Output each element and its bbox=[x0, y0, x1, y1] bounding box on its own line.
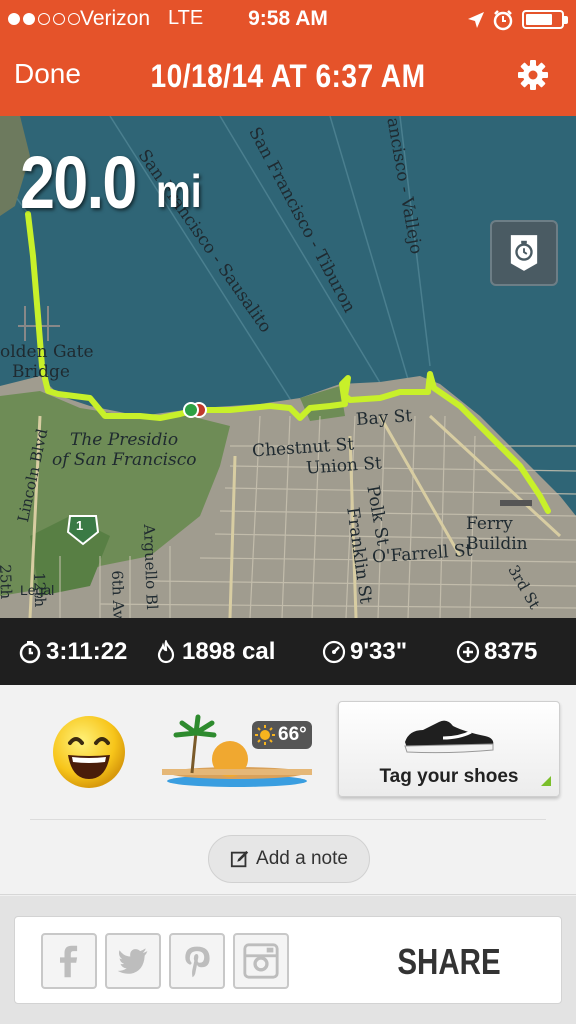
map-label-arguello: Arguello Bl bbox=[140, 524, 161, 610]
calories-stat: 1898 cal bbox=[154, 638, 275, 666]
splits-button[interactable] bbox=[490, 220, 558, 286]
map-label-bridge: Bridge bbox=[12, 362, 70, 382]
status-bar: Verizon LTE 9:58 AM bbox=[0, 0, 576, 40]
tag-shoes-label: Tag your shoes bbox=[379, 766, 519, 787]
location-arrow-icon bbox=[468, 12, 484, 28]
temperature-badge: 66° bbox=[252, 721, 312, 749]
share-card: SHARE bbox=[14, 916, 562, 1004]
fuel-stat: 8375 bbox=[456, 638, 537, 666]
stats-bar: 3:11:22 1898 cal 9'33" 8375 bbox=[0, 618, 576, 685]
header-bar: Verizon LTE 9:58 AM Done 10/18/14 AT 6:3… bbox=[0, 0, 576, 116]
fuel-value: 8375 bbox=[484, 638, 538, 665]
shoe-icon bbox=[404, 720, 494, 754]
map-label-sixth: 6th Av bbox=[108, 570, 128, 618]
pinterest-icon[interactable] bbox=[169, 933, 225, 989]
pace-value: 9'33" bbox=[350, 638, 408, 665]
stopwatch-icon bbox=[19, 641, 41, 664]
happy-face-icon[interactable] bbox=[50, 713, 128, 791]
stopwatch-icon bbox=[510, 235, 538, 271]
facebook-icon[interactable] bbox=[41, 933, 97, 989]
run-tags-panel: 66° Tag your shoes Add a note bbox=[0, 685, 576, 895]
calories-value: 1898 cal bbox=[182, 638, 276, 665]
nikefuel-icon bbox=[456, 640, 480, 664]
divider bbox=[30, 819, 546, 820]
distance-readout: 20.0 mi bbox=[20, 140, 202, 225]
distance-unit: mi bbox=[156, 165, 202, 217]
instagram-icon[interactable] bbox=[233, 933, 289, 989]
duration-value: 3:11:22 bbox=[46, 638, 128, 665]
pace-stat: 9'33" bbox=[322, 638, 407, 666]
gear-icon[interactable] bbox=[516, 58, 550, 92]
share-area: SHARE bbox=[0, 896, 576, 1024]
twitter-icon[interactable] bbox=[105, 933, 161, 989]
battery-icon bbox=[522, 10, 568, 29]
add-note-button[interactable]: Add a note bbox=[208, 835, 370, 883]
flame-icon bbox=[157, 640, 175, 664]
route-map[interactable]: San Francisco - Sausalito San Francisco … bbox=[0, 116, 576, 618]
alarm-clock-icon bbox=[493, 10, 513, 31]
map-label-ferry: Ferry Buildin bbox=[466, 514, 528, 554]
distance-value: 20.0 bbox=[20, 141, 137, 224]
map-label-golden-gate: olden Gate bbox=[0, 342, 94, 362]
map-legal-link[interactable]: Legal bbox=[20, 582, 54, 598]
map-label-bay: Bay St bbox=[355, 406, 413, 430]
temperature-value: 66° bbox=[278, 724, 307, 745]
duration-stat: 3:11:22 bbox=[18, 638, 127, 666]
tag-shoes-button[interactable]: Tag your shoes bbox=[338, 701, 560, 797]
sun-icon bbox=[255, 725, 275, 745]
status-time: 9:58 AM bbox=[248, 7, 328, 30]
map-label-presidio: The Presidio bbox=[70, 430, 179, 450]
map-label-twentyfifth: 25th bbox=[0, 564, 16, 600]
share-button[interactable]: SHARE bbox=[375, 941, 523, 985]
highway-shield-number: 1 bbox=[76, 518, 84, 533]
add-note-label: Add a note bbox=[256, 848, 348, 869]
page-title: 10/18/14 AT 6:37 AM bbox=[150, 58, 426, 94]
corner-triangle-icon bbox=[541, 776, 551, 786]
map-label-presidio-2: of San Francisco bbox=[52, 450, 197, 470]
pace-gauge-icon bbox=[322, 640, 346, 664]
edit-note-icon bbox=[230, 850, 249, 868]
